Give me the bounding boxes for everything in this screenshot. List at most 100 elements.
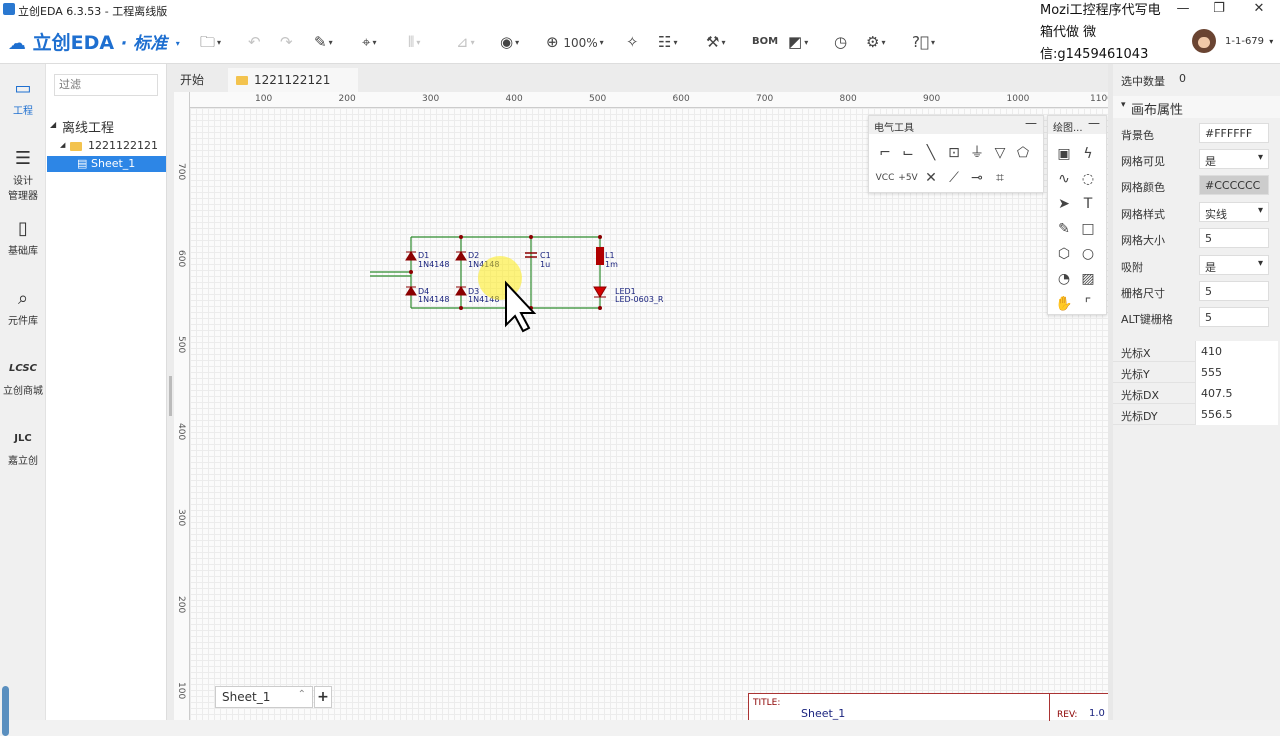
canvas-grid[interactable] bbox=[190, 108, 1108, 720]
grid-color-field[interactable]: #CCCCCC bbox=[1199, 175, 1269, 195]
nav-basic-library[interactable]: ▯ 基础库 bbox=[0, 218, 46, 257]
add-sheet-button[interactable]: + bbox=[314, 686, 332, 708]
led-led1[interactable] bbox=[593, 286, 607, 298]
avatar[interactable] bbox=[1192, 29, 1216, 53]
ground-icon[interactable]: ⏚ bbox=[967, 143, 987, 163]
freehand-icon[interactable]: ✎ bbox=[1054, 219, 1074, 239]
nav-component-library[interactable]: ⌕ 元件库 bbox=[0, 288, 46, 327]
ruler-tick-label: 300 bbox=[176, 509, 186, 527]
align-button[interactable]: ⫴ ▾ bbox=[408, 32, 420, 52]
bom-button[interactable]: BOM bbox=[752, 32, 778, 52]
tree-item-sheet[interactable]: ▤ Sheet_1 bbox=[47, 156, 166, 172]
image-icon[interactable]: ▨ bbox=[1078, 269, 1098, 289]
probe-icon[interactable]: ⟋ bbox=[944, 168, 964, 188]
help-button[interactable]: ?⃝ ▾ bbox=[912, 32, 935, 52]
alt-snap-field[interactable]: 5 bbox=[1199, 307, 1269, 327]
netlist-button[interactable]: ☷ ▾ bbox=[658, 32, 677, 52]
minimize-panel-button[interactable]: — bbox=[1088, 116, 1100, 130]
tools-button[interactable]: ⚒ ▾ bbox=[706, 32, 725, 52]
flip-button[interactable]: ⊿ ▾ bbox=[456, 32, 475, 52]
vcc-icon[interactable]: VCC bbox=[875, 168, 895, 188]
place-button[interactable]: ⌖ ▾ bbox=[362, 32, 376, 52]
redo-button[interactable]: ↷ bbox=[280, 32, 293, 52]
arrow-icon[interactable]: ➤ bbox=[1054, 194, 1074, 214]
grid-visible-select[interactable]: 是 bbox=[1199, 149, 1269, 169]
file-menu-button[interactable]: 🗀 ▾ bbox=[200, 32, 221, 52]
ruler-tick-label: 200 bbox=[176, 595, 186, 613]
filter-input[interactable] bbox=[54, 74, 158, 96]
ruler-tick-label: 1000 bbox=[1006, 94, 1030, 104]
image-frame-icon[interactable]: ▣ bbox=[1054, 144, 1074, 164]
nav-project[interactable]: ▭ 工程 bbox=[0, 78, 46, 117]
minimize-panel-button[interactable]: — bbox=[1025, 116, 1037, 130]
maximize-button[interactable]: ❐ bbox=[1208, 1, 1230, 16]
net-port-icon[interactable]: ▽ bbox=[990, 143, 1010, 163]
chevron-down-icon: ▾ bbox=[217, 37, 222, 47]
grid-style-select[interactable]: 实线 bbox=[1199, 202, 1269, 222]
rectangle-icon[interactable]: □ bbox=[1078, 219, 1098, 239]
tree-root[interactable]: 离线工程 bbox=[62, 117, 114, 136]
ruler-tick-label: 300 bbox=[422, 94, 440, 104]
bus-entry-icon[interactable]: ╲ bbox=[921, 143, 941, 163]
nav-lcsc[interactable]: LCSC 立创商城 bbox=[0, 358, 46, 397]
nav-component-library-label: 元件库 bbox=[8, 316, 38, 327]
app-logo[interactable]: ☁ 立创EDA · 标准 ▾ bbox=[8, 28, 180, 55]
tree-project[interactable]: 1221122121 bbox=[70, 139, 158, 152]
help-icon: ?⃝ bbox=[912, 33, 929, 51]
nav-design-manager[interactable]: ☰ 设计 管理器 bbox=[0, 148, 46, 202]
section-header[interactable]: ▾ 画布属性 bbox=[1113, 96, 1280, 118]
hand-icon[interactable]: ✋ bbox=[1054, 294, 1074, 314]
pin-icon[interactable]: ⊸ bbox=[967, 168, 987, 188]
history-button[interactable]: ◷ bbox=[834, 32, 847, 52]
cursor-dx-label: 光标DX bbox=[1121, 389, 1160, 402]
diode-d1[interactable] bbox=[405, 251, 417, 261]
dimension-icon[interactable]: ⌜ bbox=[1078, 294, 1098, 314]
polygon-icon[interactable]: ⬡ bbox=[1054, 244, 1074, 264]
magic-tool-button[interactable]: ✧ bbox=[626, 32, 639, 52]
component-library-icon: ⌕ bbox=[17, 288, 29, 309]
settings-button[interactable]: ⚙ ▾ bbox=[866, 32, 885, 52]
splitter-grip[interactable] bbox=[169, 376, 172, 416]
tab-start[interactable]: 开始 bbox=[174, 68, 210, 92]
inductor-l1[interactable] bbox=[596, 247, 604, 265]
arc-icon[interactable]: ◌ bbox=[1078, 169, 1098, 189]
chevron-down-icon: ▾ bbox=[804, 37, 809, 47]
net-label-icon[interactable]: ⊡ bbox=[944, 143, 964, 163]
zoom-button[interactable]: ⊕ 100% ▾ bbox=[546, 32, 604, 52]
sheet-tab[interactable]: Sheet_1 ⌃ bbox=[215, 686, 313, 708]
username[interactable]: 1-1-679 ▾ bbox=[1225, 36, 1273, 47]
wire-icon[interactable]: ⌐ bbox=[875, 143, 895, 163]
schematic-circuit[interactable]: D1 1N4148 D4 1N4148 D2 1N4148 D3 1N4148 … bbox=[360, 225, 680, 335]
pie-icon[interactable]: ◔ bbox=[1054, 269, 1074, 289]
collapse-arrow-icon[interactable]: ◢ bbox=[50, 120, 56, 129]
text-icon[interactable]: T bbox=[1078, 194, 1098, 214]
cursor-dy-row: 光标DY 556.5 bbox=[1113, 404, 1278, 425]
ruler-tick-label: 200 bbox=[338, 94, 356, 104]
pen-tool-button[interactable]: ✎ ▾ bbox=[314, 32, 333, 52]
tab-project[interactable]: 1221122121 bbox=[228, 68, 358, 92]
diode-d4[interactable] bbox=[405, 286, 417, 296]
diode-d3[interactable] bbox=[455, 286, 467, 296]
port-icon[interactable]: ⬠ bbox=[1013, 143, 1033, 163]
plus-5v-icon[interactable]: +5V bbox=[898, 168, 918, 188]
snap-size-field[interactable]: 5 bbox=[1199, 281, 1269, 301]
no-connect-icon[interactable]: ✕ bbox=[921, 168, 941, 188]
circle-icon[interactable]: ○ bbox=[1078, 244, 1098, 264]
nav-jlc[interactable]: JLC 嘉立创 bbox=[0, 428, 46, 467]
grid-size-field[interactable]: 5 bbox=[1199, 228, 1269, 248]
close-button[interactable]: ✕ bbox=[1248, 1, 1270, 16]
group-icon[interactable]: ⌗ bbox=[990, 168, 1010, 188]
undo-button[interactable]: ↶ bbox=[248, 32, 261, 52]
diode-d2[interactable] bbox=[455, 251, 467, 261]
snap-select[interactable]: 是 bbox=[1199, 255, 1269, 275]
chevron-up-icon[interactable]: ⌃ bbox=[298, 689, 306, 700]
collapse-arrow-icon[interactable]: ◢ bbox=[60, 141, 65, 149]
theme-button[interactable]: ◩ ▾ bbox=[788, 32, 808, 52]
panel-header[interactable]: 电气工具 — bbox=[869, 116, 1043, 134]
bezier-icon[interactable]: ∿ bbox=[1054, 169, 1074, 189]
panel-header[interactable]: 绘图... — bbox=[1048, 116, 1106, 134]
background-color-field[interactable]: #FFFFFF bbox=[1199, 123, 1269, 143]
polyline-icon[interactable]: ϟ bbox=[1078, 144, 1098, 164]
view-button[interactable]: ◉ ▾ bbox=[500, 32, 519, 52]
bus-icon[interactable]: ⌙ bbox=[898, 143, 918, 163]
